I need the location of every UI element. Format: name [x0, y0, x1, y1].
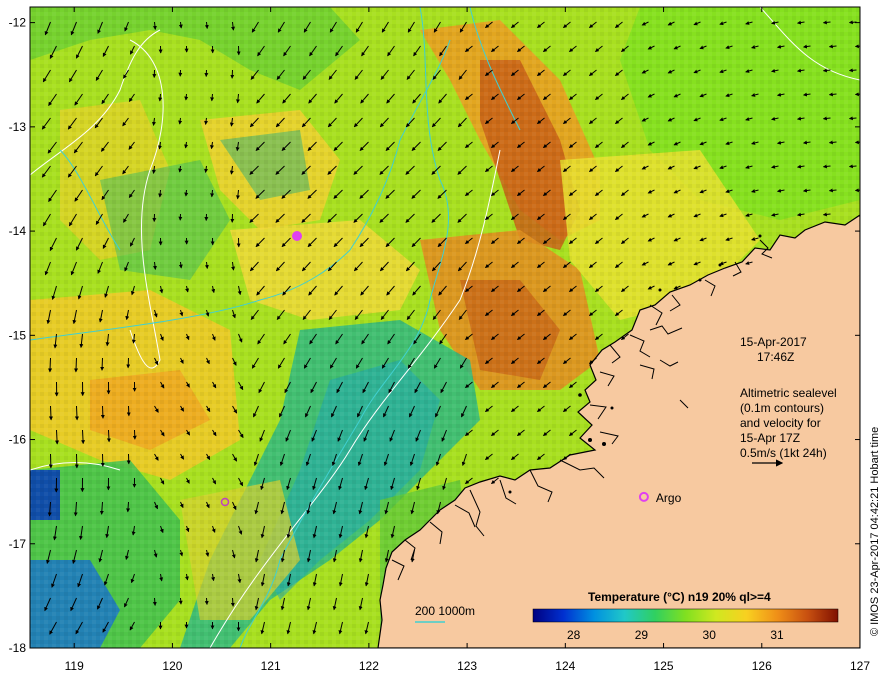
x-tick-label: 123	[457, 659, 477, 673]
x-tick-label: 127	[850, 659, 870, 673]
imos-credit: © IMOS 23-Apr-2017 04:42:21 Hobart time	[869, 427, 880, 636]
colorbar-tick-label: 29	[635, 628, 649, 642]
x-tick-label: 124	[555, 659, 575, 673]
altimetry-note-line: (0.1m contours)	[740, 401, 824, 415]
bathymetry-legend-label: 200 1000m	[415, 604, 475, 618]
x-tick-label: 121	[261, 659, 281, 673]
altimetry-note-line: 15-Apr 17Z	[740, 431, 800, 445]
glider-marker	[292, 231, 302, 241]
y-tick-label: -16	[9, 433, 27, 447]
x-tick-label: 119	[65, 659, 84, 673]
colorbar-tick-label: 30	[703, 628, 717, 642]
annotation-time: 17:46Z	[757, 350, 794, 364]
colorbar-title: Temperature (°C) n19 20% ql>=4	[588, 590, 771, 604]
annotation-date: 15-Apr-2017	[740, 335, 807, 349]
altimetry-note-line: 0.5m/s (1kt 24h)	[740, 446, 827, 460]
y-tick-label: -13	[9, 120, 27, 134]
y-tick-label: -17	[9, 537, 27, 551]
x-tick-label: 120	[162, 659, 182, 673]
y-tick-label: -15	[9, 328, 27, 342]
colorbar-tick-label: 31	[770, 628, 784, 642]
plot-area	[30, 7, 860, 648]
colorbar	[532, 608, 839, 623]
x-tick-label: 125	[654, 659, 674, 673]
argo-label: Argo	[656, 491, 682, 505]
y-tick-label: -12	[9, 16, 27, 30]
x-tick-label: 122	[359, 659, 379, 673]
y-tick-label: -18	[9, 641, 27, 655]
colorbar-tick-label: 28	[567, 628, 581, 642]
x-tick-label: 126	[752, 659, 772, 673]
satellite-sst-map: 119 120 121 122 123 124 125 126 127 -12 -13 -14 -15…	[9, 6, 880, 673]
altimetry-note-line: Altimetric sealevel	[740, 386, 837, 400]
altimetry-note-line: and velocity for	[740, 416, 821, 430]
y-tick-label: -14	[9, 224, 27, 238]
